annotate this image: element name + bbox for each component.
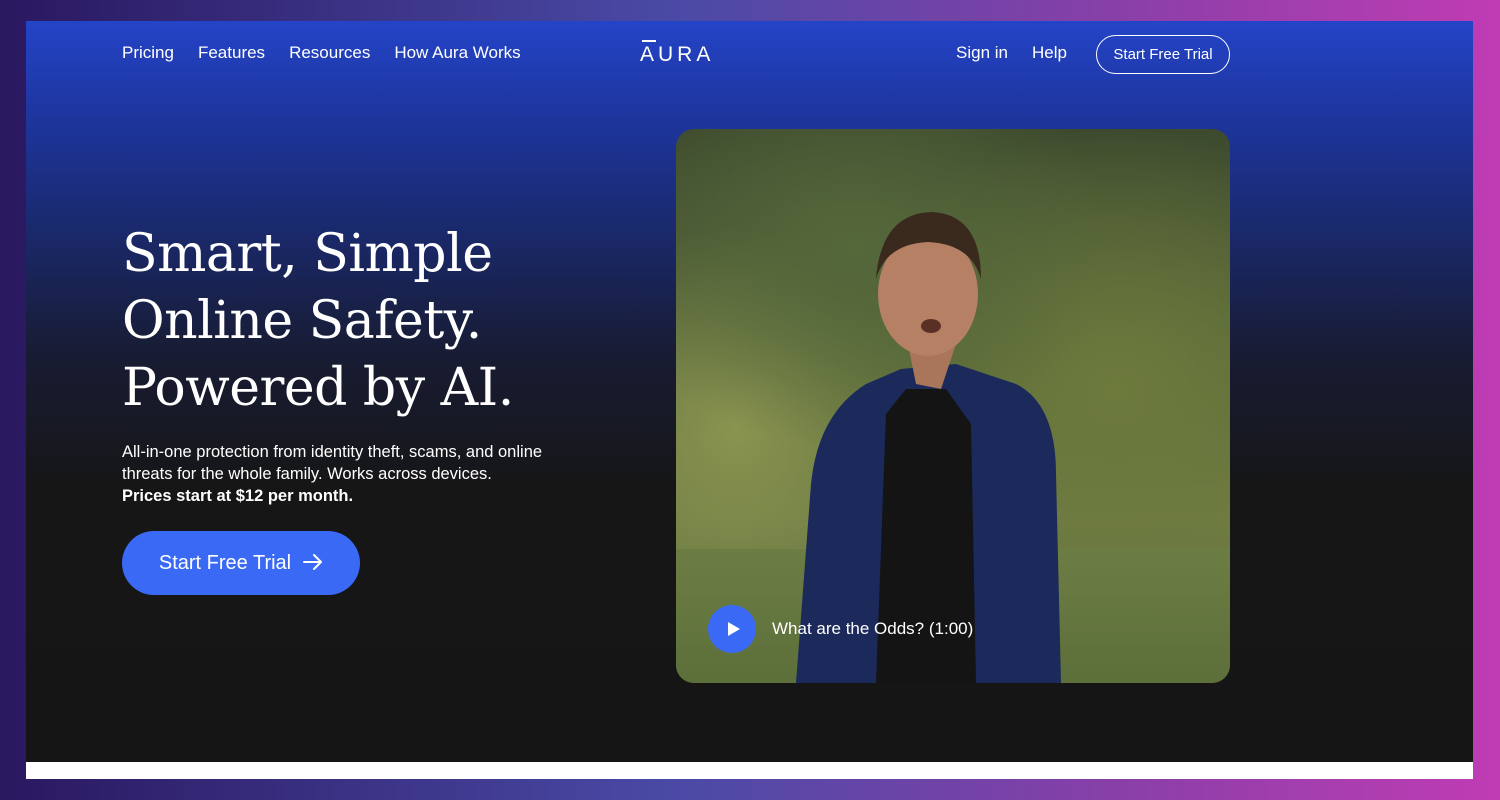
next-section-edge (26, 762, 1473, 779)
play-button[interactable] (708, 605, 756, 653)
hero-start-trial-button[interactable]: Start Free Trial (122, 531, 360, 595)
help-link[interactable]: Help (1032, 43, 1067, 63)
logo-text: AURA (640, 43, 715, 66)
cta-label: Start Free Trial (158, 551, 292, 574)
aura-logo[interactable]: AURA (640, 40, 715, 67)
headline-line-1: Smart, Simple (122, 224, 493, 284)
hero-video[interactable]: What are the Odds? (1:00) (676, 129, 1230, 683)
hero-headline: Smart, Simple Online Safety. Powered by … (122, 221, 642, 422)
nav-link-features[interactable]: Features (198, 43, 265, 63)
video-caption: What are the Odds? (1:00) (772, 619, 974, 638)
header-start-trial-button[interactable]: Start Free Trial (1096, 35, 1230, 74)
hero-description: All-in-one protection from identity thef… (122, 441, 592, 507)
primary-nav: Pricing Features Resources How Aura Work… (122, 43, 521, 63)
headline-line-3: Powered by AI. (122, 358, 514, 418)
play-icon (728, 622, 740, 636)
nav-link-pricing[interactable]: Pricing (122, 43, 174, 63)
sign-in-link[interactable]: Sign in (956, 43, 1008, 63)
secondary-nav: Sign in Help (956, 43, 1067, 63)
logo-macron (642, 40, 656, 42)
video-person-figure (796, 212, 1061, 683)
hero-body-text: All-in-one protection from identity thef… (122, 443, 543, 483)
page-frame: Pricing Features Resources How Aura Work… (26, 21, 1473, 762)
hero-price-text: Prices start at $12 per month. (122, 487, 354, 505)
nav-link-how-aura-works[interactable]: How Aura Works (394, 43, 520, 63)
headline-line-2: Online Safety. (122, 291, 482, 351)
nav-link-resources[interactable]: Resources (289, 43, 370, 63)
arrow-right-icon (303, 550, 323, 576)
